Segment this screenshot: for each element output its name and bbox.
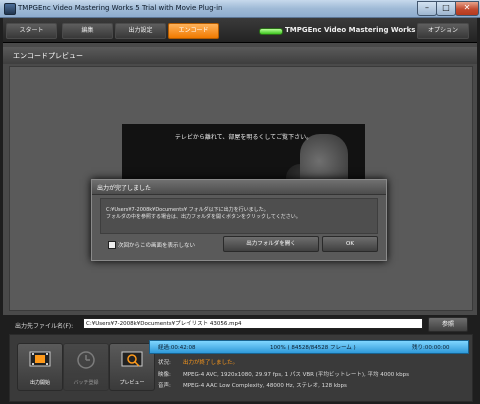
brand-name: TMPGEnc Video Mastering Works 5: [285, 26, 423, 34]
progress-percent: 100% ( 84528/84528 フレーム ): [270, 345, 356, 351]
start-output-button[interactable]: 出力開始: [17, 343, 63, 391]
window-title: TMPGEnc Video Mastering Works 5 Trial wi…: [18, 4, 223, 12]
tab-edit[interactable]: 編集: [62, 23, 113, 39]
app-icon: [4, 3, 16, 15]
video-info-value: MPEG-4 AVC, 1920x1080, 29.97 fps, 1 パス V…: [183, 372, 409, 378]
preview-warning-text: テレビから離れて、部屋を明るくしてご覧下さい。: [174, 134, 313, 141]
encode-progress-bar: 経過:00:42:08 100% ( 84528/84528 フレーム ) 残り…: [149, 340, 469, 354]
start-output-label: 出力開始: [29, 380, 50, 386]
status-value: 出力が終了しました。: [183, 360, 239, 366]
dialog-message-line: フォルダの中を参照する場合は、出力フォルダを開くボタンをクリックしてください。: [106, 214, 301, 220]
clock-icon: [77, 351, 95, 369]
video-info-label: 映像:: [158, 372, 171, 378]
tab-start[interactable]: スタート: [6, 23, 57, 39]
dialog-message-box: C:¥Users¥7-2008k¥Documents¥ フォルダ以下に出力を行い…: [100, 198, 378, 234]
dont-show-again-label[interactable]: 次回からこの画面を表示しない: [118, 241, 195, 249]
audio-info-value: MPEG-4 AAC Low Complexity, 48000 Hz, ステレ…: [183, 383, 347, 389]
output-complete-dialog: 出力が完了しました C:¥Users¥7-2008k¥Documents¥ フォ…: [91, 179, 387, 261]
batch-register-label: バッチ登録: [73, 380, 99, 386]
remaining-time: 残り:00:00:00: [412, 345, 450, 351]
brand-led-icon: [259, 28, 283, 35]
magnifier-icon: [121, 351, 143, 367]
close-button[interactable]: ✕: [455, 1, 479, 16]
tab-encode[interactable]: エンコード: [168, 23, 219, 39]
output-filename-field[interactable]: C:¥Users¥7-2008k¥Documents¥プレイリスト 43056.…: [83, 318, 423, 329]
status-label: 状況:: [158, 360, 171, 366]
dialog-title: 出力が完了しました: [97, 185, 152, 192]
dialog-titlebar[interactable]: 出力が完了しました: [92, 180, 386, 195]
minimize-button[interactable]: –: [417, 1, 437, 16]
tab-output-settings[interactable]: 出力設定: [115, 23, 166, 39]
open-output-folder-button[interactable]: 出力フォルダを開く: [223, 236, 319, 252]
batch-register-button[interactable]: バッチ登録: [63, 343, 109, 391]
maximize-button[interactable]: □: [436, 1, 456, 16]
panel-title: エンコードプレビュー: [13, 52, 83, 60]
audio-info-label: 音声:: [158, 383, 171, 389]
output-filename-label: 出力先ファイル名(F):: [15, 323, 74, 330]
elapsed-time: 経過:00:42:08: [158, 345, 196, 351]
browse-button[interactable]: 参照: [428, 317, 468, 332]
options-button[interactable]: オプション: [417, 23, 469, 39]
ok-button[interactable]: OK: [322, 236, 378, 252]
dialog-message-line: C:¥Users¥7-2008k¥Documents¥ フォルダ以下に出力を行い…: [106, 207, 269, 213]
dont-show-again-checkbox[interactable]: [108, 241, 116, 249]
main-nav-bar: スタート 編集 出力設定 エンコード TMPGEnc Video Masteri…: [3, 18, 477, 43]
film-start-icon: [29, 351, 51, 367]
preview-label: プレビュー: [119, 380, 145, 386]
